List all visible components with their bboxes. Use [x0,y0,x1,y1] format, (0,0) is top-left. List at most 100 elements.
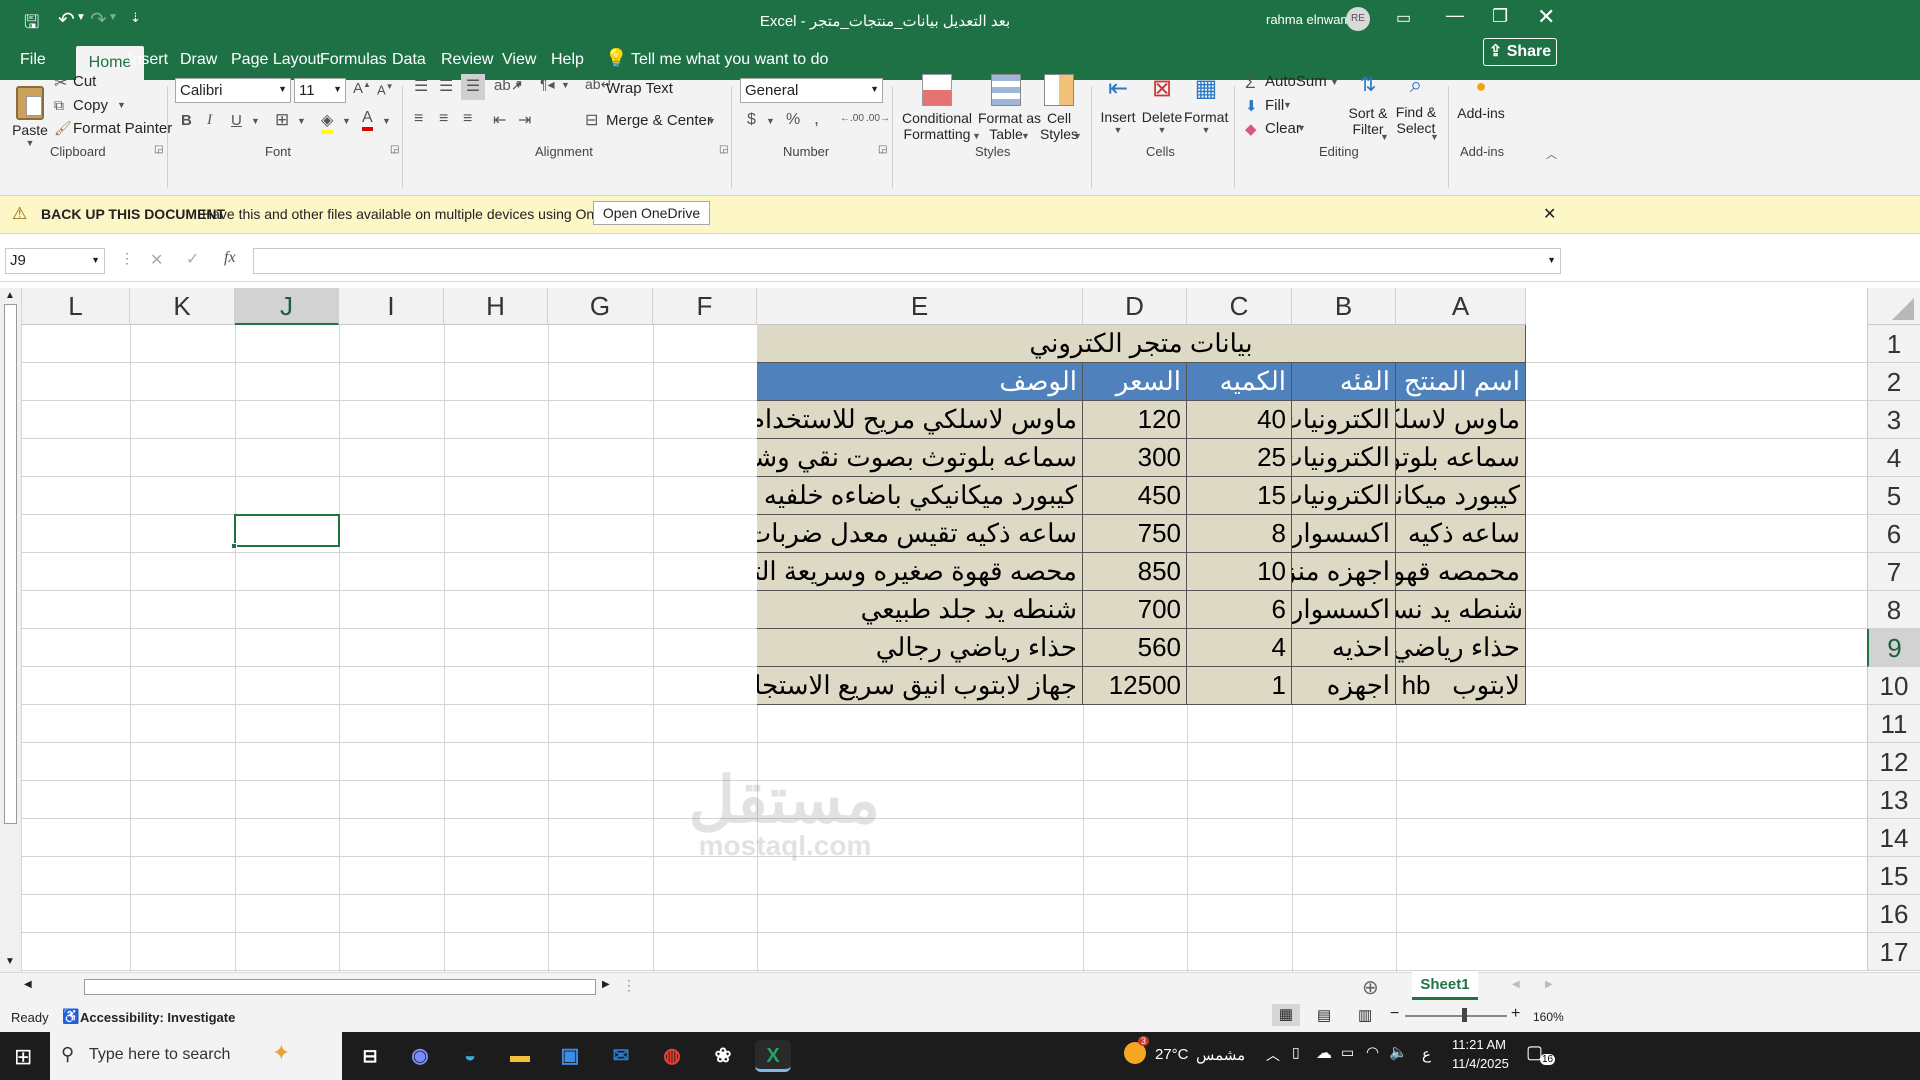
currency-dropdown-icon[interactable]: ▼ [766,116,775,126]
user-name[interactable]: rahma elnwam [1266,12,1351,27]
windows-start-icon[interactable]: ⊞ [14,1044,32,1070]
zoom-in-icon[interactable]: + [1511,1005,1520,1023]
task-view-icon[interactable]: ⊟ [352,1040,388,1072]
table-cell[interactable]: حذاء رياضي [1396,629,1526,667]
chrome-icon[interactable]: ◍ [654,1040,690,1072]
decrease-decimal-icon[interactable]: .00→ [866,113,890,124]
table-cell[interactable]: الكترونيات [1292,439,1396,477]
table-cell[interactable]: كيبورد ميكانيكي [1396,477,1526,515]
table-cell[interactable]: اجهزه منزليه [1292,553,1396,591]
table-cell[interactable]: اجهزه [1292,667,1396,705]
currency-icon[interactable]: $ [747,111,756,129]
header-cell-product-name[interactable]: اسم المنتج [1396,363,1526,401]
tab-draw[interactable]: Draw [180,51,217,69]
font-size-input[interactable]: 11 ▼ [294,78,346,103]
copy-dropdown-icon[interactable]: ▼ [117,100,126,110]
enter-icon[interactable]: ✓ [186,249,199,269]
new-sheet-icon[interactable]: ⊕ [1362,975,1379,1000]
file-explorer-icon[interactable]: ▬ [502,1040,538,1072]
redo-icon[interactable]: ↷ [90,7,107,32]
insert-cells-button[interactable]: ⇤ Insert ▼ [1098,74,1138,144]
decrease-font-icon[interactable]: A▼ [377,82,394,97]
scroll-left-icon[interactable]: ◀ [24,979,32,990]
direction-dropdown-icon[interactable]: ▼ [561,80,570,90]
addins-button[interactable]: ● Add-ins [1456,76,1506,136]
selected-cell-j9[interactable] [234,514,340,547]
zoom-out-icon[interactable]: − [1390,1005,1399,1023]
share-button[interactable]: ⇪ Share [1483,38,1557,66]
clear-dropdown-icon[interactable]: ▼ [1297,123,1306,133]
table-cell[interactable]: 1 [1187,667,1292,705]
outlook-icon[interactable]: ✉ [603,1040,639,1072]
paste-dropdown-icon[interactable]: ▼ [12,138,48,148]
font-color-dropdown-icon[interactable]: ▼ [382,116,391,126]
table-cell[interactable]: 750 [1083,515,1187,553]
format-as-table-dropdown-icon[interactable]: ▼ [1021,131,1030,141]
underline-dropdown-icon[interactable]: ▼ [251,116,260,126]
tab-formulas[interactable]: Formulas [320,51,387,69]
table-cell[interactable]: ساعه ذكيه تقيس معدل ضربات القلب [757,515,1083,553]
ribbon-display-icon[interactable]: ▭ [1396,8,1411,28]
find-select-dropdown-icon[interactable]: ▼ [1430,132,1439,142]
table-cell[interactable]: 850 [1083,553,1187,591]
table-cell[interactable]: 700 [1083,591,1187,629]
scroll-down-icon[interactable]: ▼ [5,956,15,967]
merge-dropdown-icon[interactable]: ▼ [707,116,716,126]
conditional-formatting-button[interactable]: Conditional Formatting [900,74,974,148]
wrap-text-button[interactable]: Wrap Text [606,80,673,97]
number-format-select[interactable]: General ▼ [740,78,883,103]
fill-button[interactable]: Fill [1265,97,1284,114]
row-header-4[interactable]: 4 [1867,439,1920,477]
close-icon[interactable]: ✕ [1543,204,1556,224]
bold-icon[interactable]: B [181,112,192,129]
table-cell[interactable]: لابتوب hb [1396,667,1526,705]
tab-page-layout[interactable]: Page Layout [231,51,321,69]
cut-button[interactable]: Cut [73,73,96,90]
table-cell[interactable]: 12500 [1083,667,1187,705]
table-cell[interactable]: ماوس لاسلكي [1396,401,1526,439]
zoom-level[interactable]: 160% [1533,1010,1564,1024]
table-cell[interactable]: محمصه قهوة [1396,553,1526,591]
row-header-9[interactable]: 9 [1867,629,1920,667]
row-header-11[interactable]: 11 [1867,705,1920,743]
increase-indent-icon[interactable]: ⇥ [518,110,531,130]
column-header-e[interactable]: E [757,288,1083,325]
column-header-k[interactable]: K [130,288,235,325]
more-options-icon[interactable]: ⋮ [120,250,134,267]
increase-decimal-icon[interactable]: ←.00 [840,113,864,124]
table-cell[interactable]: 4 [1187,629,1292,667]
format-painter-button[interactable]: Format Painter [73,120,172,137]
accessibility-status[interactable]: Accessibility: Investigate [80,1010,235,1025]
select-all-icon[interactable] [1867,288,1920,325]
header-cell-price[interactable]: السعر [1083,363,1187,401]
column-header-b[interactable]: B [1292,288,1396,325]
tab-insert[interactable]: Insert [128,51,168,69]
chevron-up-icon[interactable]: ︿ [1266,1045,1280,1065]
header-cell-quantity[interactable]: الكميه [1187,363,1292,401]
sort-filter-dropdown-icon[interactable]: ▼ [1380,132,1389,142]
insert-function-icon[interactable]: fx [224,249,236,267]
row-header-7[interactable]: 7 [1867,553,1920,591]
column-header-j[interactable]: J [235,288,339,325]
row-header-14[interactable]: 14 [1867,819,1920,857]
store-icon[interactable]: ▣ [552,1040,588,1072]
sheet-tab-sheet1[interactable]: Sheet1 [1412,972,1478,1000]
row-header-5[interactable]: 5 [1867,477,1920,515]
normal-view-icon[interactable]: ▦ [1272,1004,1300,1026]
table-title-cell[interactable]: بيانات متجر الكتروني [757,325,1526,363]
cancel-icon[interactable]: ✕ [150,250,163,270]
table-cell[interactable]: كيبورد ميكانيكي باضاءه خلفيه ملونه [757,477,1083,515]
chatgpt-icon[interactable]: ❀ [705,1040,741,1072]
merge-center-button[interactable]: Merge & Center [606,112,712,129]
table-cell[interactable]: ساعه ذكيه [1396,515,1526,553]
table-cell[interactable]: 6 [1187,591,1292,629]
weather-text[interactable]: مشمس [1196,1046,1245,1064]
row-header-16[interactable]: 16 [1867,895,1920,933]
delete-cells-button[interactable]: ⊠ Delete ▼ [1141,74,1183,144]
autosum-button[interactable]: AutoSum [1265,73,1327,90]
formula-input[interactable]: ▼ [253,248,1561,274]
table-cell[interactable]: احذيه [1292,629,1396,667]
dialog-launcher-icon[interactable]: ◲ [390,144,399,155]
decrease-indent-icon[interactable]: ⇤ [493,110,506,130]
table-cell[interactable]: شنطه يد نسائيه [1396,591,1526,629]
